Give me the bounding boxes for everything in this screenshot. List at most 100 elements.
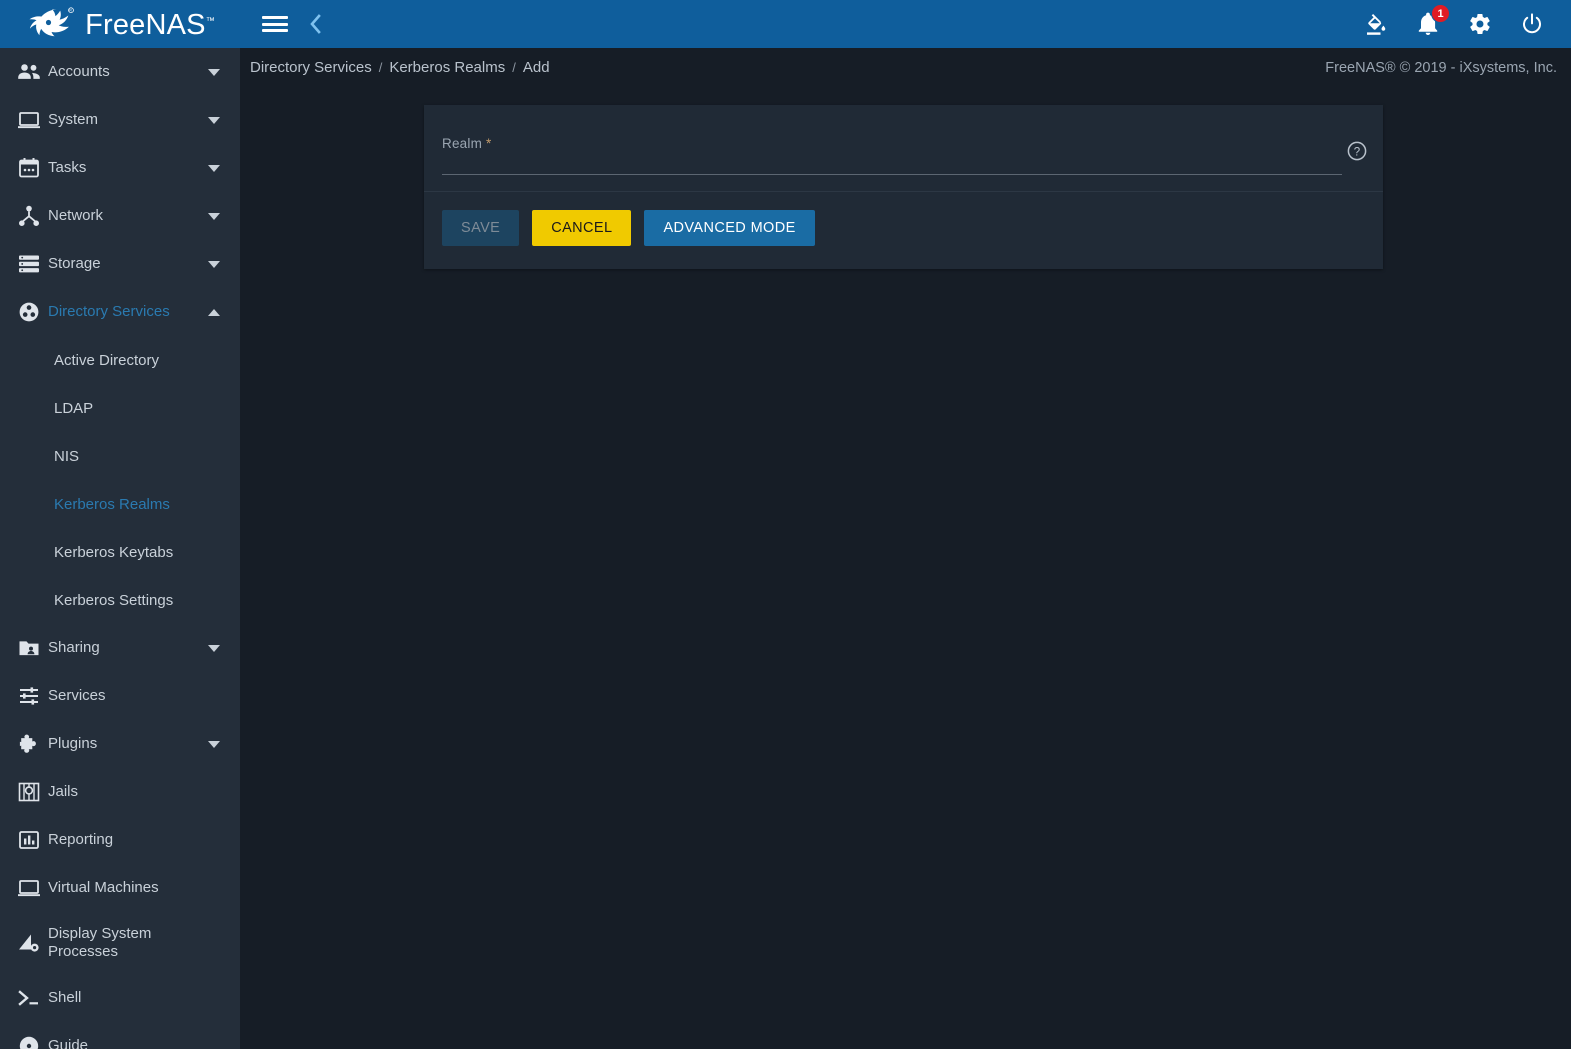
puzzle-icon (10, 729, 48, 759)
processes-glyph (19, 934, 39, 952)
bell-icon[interactable]: 1 (1415, 4, 1450, 37)
gear-glyph (1470, 14, 1490, 35)
sidebar-item-plugins[interactable]: Plugins (0, 720, 240, 768)
help-circle-icon[interactable]: ? (1347, 141, 1367, 166)
guide-icon (10, 1031, 48, 1049)
processes-icon (10, 928, 48, 958)
breadcrumb-separator: / (378, 60, 383, 75)
chevron-down-icon[interactable] (208, 164, 220, 172)
cancel-button[interactable]: CANCEL (532, 210, 632, 246)
realm-field-label: Realm * (442, 136, 491, 151)
realm-input[interactable] (442, 155, 1342, 175)
chevron-left-glyph (310, 14, 321, 34)
main-content: Directory Services / Kerberos Realms / A… (240, 48, 1571, 1049)
chevron-down-icon[interactable] (208, 116, 220, 124)
chevron-down-icon[interactable] (208, 260, 220, 268)
required-asterisk: * (485, 136, 492, 151)
paint-bucket-icon[interactable] (1363, 11, 1389, 37)
chevron-down-icon[interactable] (208, 212, 220, 220)
sidebar-subitem-label: NIS (54, 447, 80, 465)
sidebar-item-guide[interactable]: Guide (0, 1022, 240, 1049)
directory-services-glyph (19, 302, 39, 322)
guide-glyph (19, 1036, 39, 1049)
brand-logo-area[interactable]: R FreeNAS™ (0, 0, 240, 48)
sidebar-subitem-label: Kerberos Keytabs (54, 543, 174, 561)
sidebar-item-label: Tasks (48, 159, 87, 177)
storage-glyph (19, 255, 39, 273)
calendar-icon (10, 153, 48, 183)
top-bar-left-controls (240, 11, 328, 37)
sidebar-item-ldap[interactable]: LDAP (0, 384, 240, 432)
gear-icon[interactable] (1467, 11, 1493, 37)
people-icon (10, 57, 48, 87)
brand-trademark: ™ (205, 14, 215, 25)
sidebar-item-label: Shell (48, 989, 82, 1007)
sidebar-subitem-label: Kerberos Realms (54, 495, 170, 513)
bar-chart-glyph (19, 831, 39, 849)
sidebar-item-kerberos-keytabs[interactable]: Kerberos Keytabs (0, 528, 240, 576)
sidebar-item-label: System (48, 111, 99, 129)
sidebar-item-label: Network (48, 207, 104, 225)
chevron-down-icon[interactable] (208, 68, 220, 76)
network-glyph (19, 205, 39, 226)
sliders-icon (10, 681, 48, 711)
notification-badge: 1 (1431, 4, 1450, 23)
breadcrumb-separator: / (512, 60, 516, 75)
chevron-down-icon[interactable] (208, 740, 220, 748)
realm-field-group: Realm * (442, 135, 1342, 175)
sidebar-item-display-system-processes[interactable]: Display System Processes (0, 912, 240, 974)
realm-label-text: Realm (442, 136, 483, 151)
sidebar-item-network[interactable]: Network (0, 192, 240, 240)
breadcrumb-item-directory-services[interactable]: Directory Services (250, 59, 372, 76)
sidebar-item-active-directory[interactable]: Active Directory (0, 336, 240, 384)
sidebar-item-kerberos-settings[interactable]: Kerberos Settings (0, 576, 240, 624)
sidebar-item-label: Virtual Machines (48, 879, 159, 897)
sharing-folder-icon (10, 633, 48, 663)
sidebar-item-accounts[interactable]: Accounts (0, 48, 240, 96)
sidebar-item-nis[interactable]: NIS (0, 432, 240, 480)
bar-chart-icon (10, 825, 48, 855)
sidebar-item-shell[interactable]: Shell (0, 974, 240, 1022)
monitor-icon (10, 105, 48, 135)
sidebar-item-label: Display System Processes (48, 925, 152, 960)
sidebar-item-kerberos-realms[interactable]: Kerberos Realms (0, 480, 240, 528)
sidebar-navigation[interactable]: Accounts System Tasks Network Storage Di… (0, 48, 240, 1049)
monitor-icon (10, 873, 48, 903)
freenas-fish-logo: R (29, 7, 74, 37)
sidebar-item-label: Services (48, 687, 106, 705)
sidebar-item-virtual-machines[interactable]: Virtual Machines (0, 864, 240, 912)
svg-text:?: ? (1354, 146, 1360, 158)
sidebar-item-reporting[interactable]: Reporting (0, 816, 240, 864)
sidebar-item-storage[interactable]: Storage (0, 240, 240, 288)
network-icon (10, 201, 48, 231)
advanced-mode-button[interactable]: ADVANCED MODE (644, 210, 815, 246)
storage-icon (10, 249, 48, 279)
sidebar-item-sharing[interactable]: Sharing (0, 624, 240, 672)
chevron-left-icon[interactable] (302, 11, 328, 37)
sidebar-item-directory-services[interactable]: Directory Services (0, 288, 240, 336)
sidebar-subitem-label: Active Directory (54, 351, 160, 369)
terminal-glyph (18, 990, 38, 1006)
jails-icon (10, 777, 48, 807)
breadcrumb-item-add: Add (522, 59, 550, 76)
monitor-glyph (18, 112, 40, 129)
sidebar-item-label: Sharing (48, 639, 100, 657)
top-bar: R FreeNAS™ 1 (0, 0, 1571, 48)
sidebar-item-tasks[interactable]: Tasks (0, 144, 240, 192)
power-glyph (1523, 13, 1541, 34)
chevron-up-icon[interactable] (208, 308, 220, 316)
power-icon[interactable] (1519, 11, 1545, 37)
sidebar-item-jails[interactable]: Jails (0, 768, 240, 816)
sidebar-item-system[interactable]: System (0, 96, 240, 144)
svg-text:R: R (69, 9, 72, 13)
chevron-down-icon[interactable] (208, 644, 220, 652)
save-button[interactable]: SAVE (442, 210, 520, 246)
brand-name: FreeNAS™ (85, 8, 215, 41)
hamburger-menu-icon[interactable] (262, 14, 288, 34)
sidebar-item-services[interactable]: Services (0, 672, 240, 720)
breadcrumb-item-kerberos-realms[interactable]: Kerberos Realms (389, 59, 505, 76)
breadcrumb: Directory Services / Kerberos Realms / A… (250, 59, 550, 76)
add-kerberos-realm-form-card: Realm * ? SAVE CANCEL ADVANCED MODE (424, 105, 1383, 269)
help-circle-glyph: ? (1347, 141, 1367, 161)
puzzle-glyph (19, 734, 36, 753)
